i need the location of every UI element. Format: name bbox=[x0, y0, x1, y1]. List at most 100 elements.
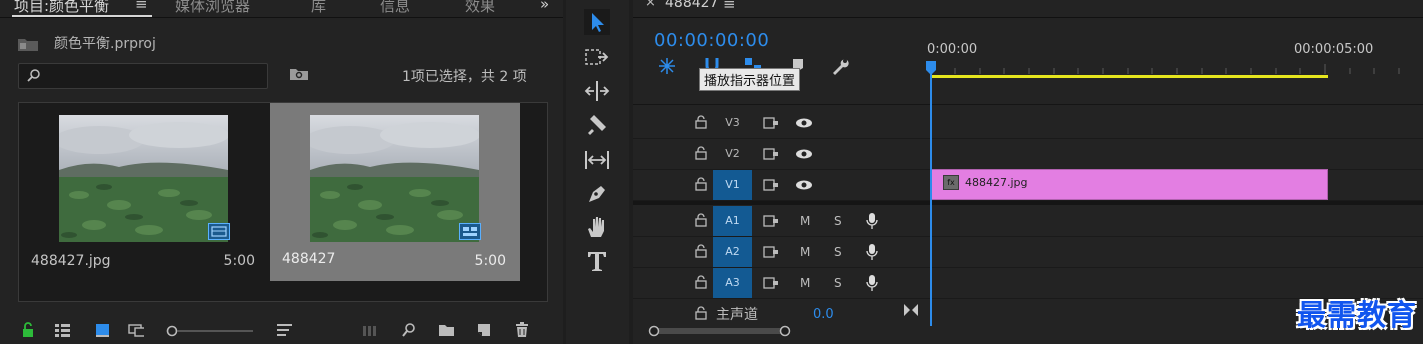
pen-icon bbox=[589, 186, 605, 202]
tab-libraries[interactable]: 库 bbox=[311, 0, 326, 16]
track-v3: V3 bbox=[633, 108, 1423, 139]
wrench-icon[interactable] bbox=[830, 56, 850, 76]
track-label[interactable]: V1 bbox=[713, 170, 752, 200]
timeline-tab-bar: × 488427 ≡ bbox=[633, 0, 1423, 18]
playhead-line[interactable] bbox=[930, 63, 932, 326]
tab-media-browser[interactable]: 媒体浏览器 bbox=[175, 0, 250, 16]
playhead-timecode[interactable]: 00:00:00:00 bbox=[654, 30, 769, 51]
horizontal-scrollbar[interactable] bbox=[647, 324, 797, 338]
search-icon bbox=[27, 69, 40, 82]
new-bin-icon[interactable] bbox=[438, 322, 454, 338]
tab-menu-icon[interactable]: ≡ bbox=[723, 0, 736, 13]
sync-lock-icon[interactable] bbox=[763, 178, 779, 192]
solo-button[interactable]: S bbox=[834, 276, 842, 290]
clip-name: 488427.jpg bbox=[965, 176, 1028, 189]
project-bottom-toolbar bbox=[0, 318, 563, 344]
lock-icon[interactable] bbox=[695, 146, 707, 160]
sync-lock-icon[interactable] bbox=[763, 276, 779, 290]
freeform-view-icon[interactable] bbox=[128, 322, 144, 338]
ruler-mid-label: 00:00:05:00 bbox=[1294, 42, 1374, 57]
type-icon bbox=[588, 252, 606, 271]
icon-view-icon[interactable] bbox=[95, 322, 111, 338]
item-duration: 5:00 bbox=[474, 253, 506, 269]
master-track-label: 主声道 bbox=[716, 307, 758, 323]
ruler-start-label: 0:00:00 bbox=[927, 42, 978, 57]
lock-icon[interactable] bbox=[695, 275, 707, 289]
sync-lock-icon[interactable] bbox=[763, 214, 779, 228]
track-label[interactable]: A1 bbox=[713, 206, 752, 236]
eye-icon[interactable] bbox=[795, 178, 813, 192]
item-name: 488427.jpg bbox=[31, 253, 111, 269]
project-item-image[interactable]: 488427.jpg 5:00 bbox=[19, 103, 269, 281]
track-select-icon bbox=[585, 49, 609, 65]
nest-toggle-icon[interactable] bbox=[657, 56, 677, 76]
project-panel: 项目:颜色平衡 ≡ 媒体浏览器 库 信息 效果 » 颜色平衡.prproj 1项… bbox=[0, 0, 563, 344]
new-item-icon[interactable] bbox=[476, 322, 492, 338]
lock-icon[interactable] bbox=[695, 213, 707, 227]
microphone-icon[interactable] bbox=[866, 243, 878, 261]
slip-icon bbox=[585, 151, 609, 169]
sequence-tab[interactable]: 488427 bbox=[665, 0, 718, 11]
sync-lock-icon[interactable] bbox=[763, 147, 779, 161]
selection-tool[interactable] bbox=[584, 9, 610, 35]
lock-icon[interactable] bbox=[695, 177, 707, 191]
zoom-slider[interactable] bbox=[165, 324, 255, 338]
track-label[interactable]: V2 bbox=[713, 139, 752, 169]
slip-tool[interactable] bbox=[584, 147, 610, 173]
sync-lock-icon[interactable] bbox=[763, 245, 779, 259]
solo-button[interactable]: S bbox=[834, 245, 842, 259]
thumbnail bbox=[310, 115, 479, 242]
track-label[interactable]: V3 bbox=[713, 108, 752, 138]
lock-icon[interactable] bbox=[695, 306, 707, 320]
hand-tool[interactable] bbox=[584, 214, 610, 240]
new-search-bin-icon[interactable] bbox=[289, 66, 309, 82]
eye-icon[interactable] bbox=[795, 147, 813, 161]
tools-panel bbox=[566, 0, 629, 344]
eye-icon[interactable] bbox=[795, 116, 813, 130]
sync-lock-icon[interactable] bbox=[763, 116, 779, 130]
razor-icon bbox=[588, 115, 606, 135]
selection-status: 1项已选择，共 2 项 bbox=[402, 69, 527, 85]
master-volume-value[interactable]: 0.0 bbox=[813, 307, 834, 322]
folder-icon bbox=[18, 39, 38, 51]
tab-info[interactable]: 信息 bbox=[380, 0, 410, 16]
project-bin: 488427.jpg 5:00 488427 5:00 bbox=[18, 102, 548, 302]
track-select-tool[interactable] bbox=[584, 44, 610, 70]
still-image-badge-icon bbox=[208, 223, 230, 240]
overflow-icon[interactable]: » bbox=[540, 0, 549, 13]
time-ruler[interactable] bbox=[930, 62, 1423, 80]
solo-button[interactable]: S bbox=[834, 214, 842, 228]
sort-icons-icon[interactable] bbox=[276, 322, 292, 338]
microphone-icon[interactable] bbox=[866, 274, 878, 292]
list-view-icon[interactable] bbox=[54, 322, 70, 338]
ripple-edit-tool[interactable] bbox=[584, 78, 610, 104]
project-item-sequence[interactable]: 488427 5:00 bbox=[270, 103, 520, 281]
mute-button[interactable]: M bbox=[800, 245, 810, 259]
av-divider bbox=[633, 201, 1423, 205]
lock-icon[interactable] bbox=[695, 244, 707, 258]
tab-effects[interactable]: 效果 bbox=[465, 0, 495, 16]
tab-project[interactable]: 项目:颜色平衡 bbox=[14, 0, 109, 16]
razor-tool[interactable] bbox=[584, 113, 610, 139]
lock-icon[interactable] bbox=[20, 322, 36, 338]
trash-icon[interactable] bbox=[514, 322, 530, 338]
mute-button[interactable]: M bbox=[800, 214, 810, 228]
fx-badge-icon: fx bbox=[943, 175, 959, 190]
timeline-clip[interactable]: fx 488427.jpg bbox=[930, 169, 1328, 200]
tab-menu-icon[interactable]: ≡ bbox=[135, 0, 148, 13]
type-tool[interactable] bbox=[584, 248, 610, 274]
hand-icon bbox=[588, 217, 604, 237]
close-tab-icon[interactable]: × bbox=[645, 0, 656, 10]
go-to-in-out-icon[interactable] bbox=[903, 303, 919, 317]
arrow-icon bbox=[592, 13, 604, 32]
pen-tool[interactable] bbox=[584, 181, 610, 207]
mute-button[interactable]: M bbox=[800, 276, 810, 290]
automate-to-sequence-icon[interactable] bbox=[362, 322, 378, 338]
track-label[interactable]: A2 bbox=[713, 237, 752, 267]
thumbnail bbox=[59, 115, 228, 242]
find-icon[interactable] bbox=[401, 322, 417, 338]
microphone-icon[interactable] bbox=[866, 212, 878, 230]
track-label[interactable]: A3 bbox=[713, 268, 752, 298]
lock-icon[interactable] bbox=[695, 115, 707, 129]
search-input[interactable] bbox=[18, 63, 268, 89]
